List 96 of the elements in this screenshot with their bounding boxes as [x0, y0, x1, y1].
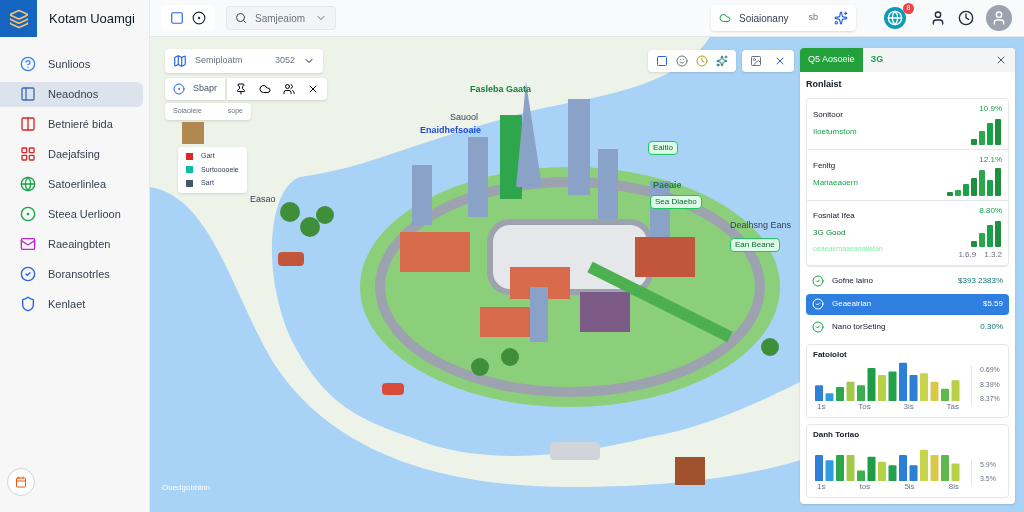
map-icon	[173, 54, 187, 68]
list-row[interactable]: Nano torSeting 0.30%	[806, 316, 1009, 338]
cloud-icon[interactable]	[259, 83, 272, 95]
square-icon[interactable]	[170, 11, 184, 25]
check-circle-icon	[812, 275, 824, 287]
house-drawing	[675, 457, 705, 485]
map-label: Enaidhefsoaie	[420, 124, 482, 137]
map-label: Sea Diaebo	[650, 195, 702, 209]
metric-subtitle: 3G Good	[813, 227, 847, 240]
map-label: Easao	[250, 193, 276, 206]
app-title: Kotam Uoamgi	[49, 9, 135, 28]
axis-label: Tas	[946, 400, 959, 413]
sidebar-item[interactable]: Kenlaet	[0, 291, 143, 317]
sidebar-item[interactable]: Steea Uerlioon	[0, 201, 143, 227]
globe-icon	[20, 176, 36, 192]
calendar-icon	[15, 476, 27, 488]
ferry-drawing	[550, 442, 600, 460]
metric-subtitle: Mariaeaoern	[813, 177, 859, 189]
status-pill[interactable]: Soiaionany sb	[711, 5, 856, 31]
axis-label: 1s	[817, 480, 826, 493]
panel-heading: Ronlaist	[806, 78, 843, 91]
metric-title: Fenltg	[813, 160, 837, 172]
clock-icon[interactable]	[958, 10, 974, 26]
map-search-card[interactable]: Semiploatm 3052	[165, 49, 323, 73]
sidebar-item[interactable]: Daejafsing	[0, 141, 143, 167]
photo-placeholder	[182, 122, 204, 144]
car-drawing	[382, 383, 404, 395]
cloud-icon	[719, 12, 731, 24]
close-icon[interactable]	[995, 54, 1007, 66]
panel-icon	[20, 86, 36, 102]
pin-icon[interactable]	[235, 83, 248, 95]
mail-icon	[20, 236, 36, 252]
map-search-text: Semiploatm	[195, 54, 244, 68]
check-circle-icon	[20, 266, 36, 282]
metric-subtitle: Iloetumstom	[813, 126, 858, 138]
metric-title: Fosniat Ifea	[813, 210, 856, 223]
sparkle-icon[interactable]	[716, 55, 728, 67]
map-label: Dealhsng Eans	[730, 219, 792, 232]
axis-label: 3is	[903, 400, 914, 413]
map-label: Paeaie	[653, 179, 682, 192]
check-circle-icon	[812, 321, 824, 333]
search-icon	[235, 12, 247, 24]
map-attribution: Ouedgobhinn	[162, 482, 211, 494]
layers-icon	[8, 8, 29, 29]
metric-title: Sonitoor	[813, 109, 844, 121]
trees-drawing	[280, 202, 334, 237]
chart-title: Fatoiolot	[813, 348, 848, 361]
grid-icon	[20, 146, 36, 162]
mini-bar-chart	[970, 218, 1002, 247]
sidebar-item[interactable]: Neaodnos	[0, 81, 143, 107]
smile-icon[interactable]	[676, 55, 688, 67]
status-count: sb	[808, 11, 818, 25]
axis-label: tos	[859, 480, 871, 493]
mini-bar-chart	[970, 116, 1002, 145]
metric-value: 12.1%	[979, 153, 1002, 166]
layer-button[interactable]: Sbapr	[165, 78, 226, 100]
axis-label: 8is	[948, 480, 959, 493]
sidebar-item[interactable]: Sunlioos	[0, 51, 143, 77]
sidebar-item[interactable]: Satoerlinlea	[0, 171, 143, 197]
square-icon[interactable]	[656, 55, 668, 67]
users-icon[interactable]	[283, 83, 296, 95]
map-search-count: 3052	[274, 54, 295, 68]
axis-label: 5is	[904, 480, 915, 493]
map-label: Fasleba Gaata	[470, 83, 532, 96]
check-circle-icon	[812, 298, 824, 310]
sparkle-icon	[834, 11, 848, 25]
map-label: Sauool	[450, 111, 479, 124]
shield-icon	[20, 296, 36, 312]
user-icon[interactable]	[930, 10, 946, 26]
metric-value: 8.80%	[979, 204, 1002, 217]
help-icon	[20, 56, 36, 72]
sidebar-item[interactable]: Betnieré bida	[0, 111, 143, 137]
status-label: Soiaionany	[739, 11, 789, 26]
circle-icon	[20, 206, 36, 222]
axis-label: 1s	[817, 400, 826, 413]
chart-title: Danh Toriao	[813, 428, 861, 441]
map-label: Eaitio	[648, 141, 678, 155]
round-action-button[interactable]	[7, 468, 35, 496]
search-field[interactable]: Samjeaiom	[226, 6, 336, 30]
mini-bar-chart	[946, 167, 1002, 196]
list-row[interactable]: Geaeairlan $5.59	[806, 293, 1009, 315]
globe-icon[interactable]	[884, 7, 906, 29]
sidebar-item[interactable]: Boransotrles	[0, 261, 143, 287]
metric-value: 10.9%	[979, 102, 1002, 115]
circle-icon	[173, 83, 185, 95]
axis-label: 1.3.2	[984, 248, 1002, 261]
columns-icon	[20, 116, 36, 132]
axis-label: 1.6.9	[958, 248, 977, 261]
list-row[interactable]: Gofne laino $393 2383%	[806, 270, 1009, 292]
image-icon[interactable]	[750, 55, 762, 67]
person-silhouette-icon	[991, 10, 1007, 26]
sidebar-item[interactable]: Raeaingbten	[0, 231, 143, 257]
axis-label: Tos	[858, 400, 871, 413]
circle-icon[interactable]	[192, 11, 206, 25]
bus-drawing	[278, 252, 304, 266]
map-label: Ean Beane	[730, 238, 780, 252]
